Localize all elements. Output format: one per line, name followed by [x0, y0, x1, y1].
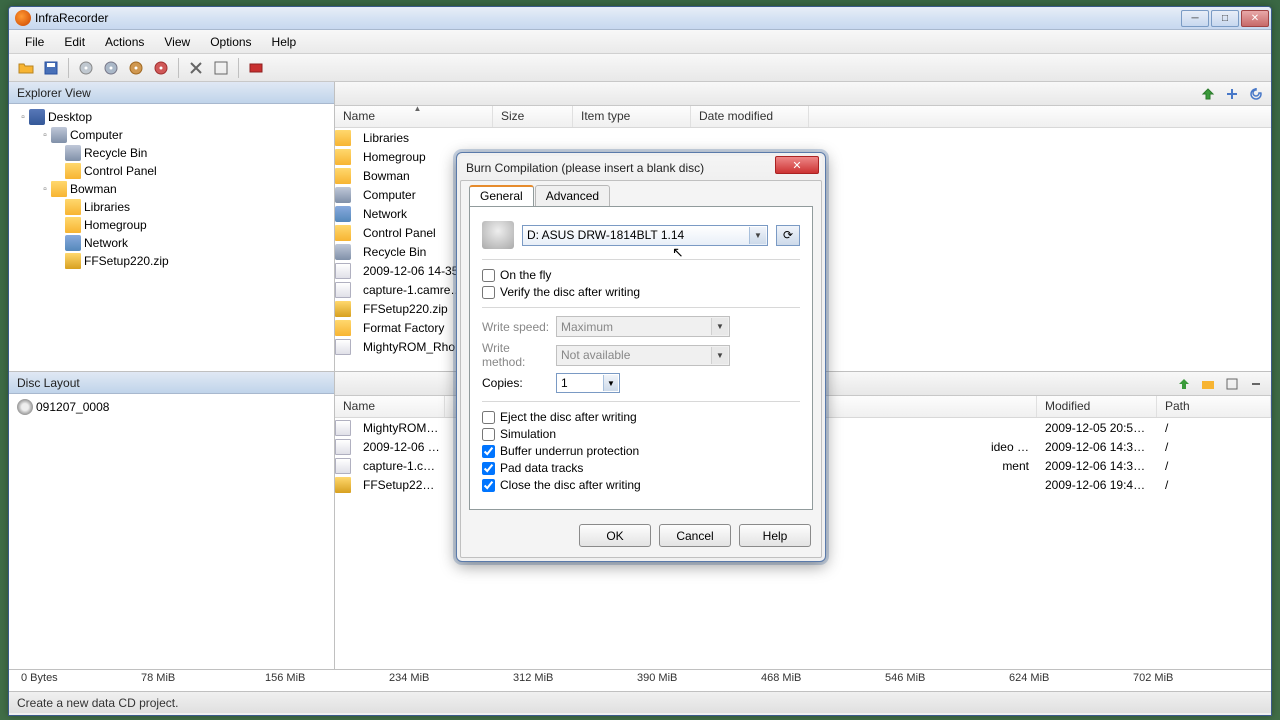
col-modified[interactable]: Modified [1037, 396, 1157, 417]
refresh-device-button[interactable]: ⟳ [776, 225, 800, 246]
menu-actions[interactable]: Actions [95, 32, 154, 52]
minimize-button[interactable]: ─ [1181, 10, 1209, 27]
disclayout-tree[interactable]: 091207_0008 [9, 394, 334, 669]
upper-panel-toolbar [335, 82, 1271, 106]
upper-list-header: Name▲ Size Item type Date modified [335, 106, 1271, 128]
col-size[interactable]: Size [493, 106, 573, 127]
disc-icon-1[interactable] [75, 57, 97, 79]
chevron-down-icon: ▼ [603, 375, 618, 391]
main-toolbar [9, 54, 1271, 82]
copies-row: Copies: 1▼ [482, 373, 800, 393]
explorer-header: Explorer View [9, 82, 334, 104]
writemethod-combo: Not available▼ [556, 345, 730, 366]
dialog-titlebar: Burn Compilation (please insert a blank … [460, 156, 822, 180]
tree-network[interactable]: Network [13, 234, 330, 252]
tree-libraries[interactable]: Libraries [13, 198, 330, 216]
status-text: Create a new data CD project. [17, 696, 178, 710]
explorer-tree[interactable]: ▫Desktop ▫Computer Recycle Bin Control P… [9, 104, 334, 371]
tree-desktop[interactable]: ▫Desktop [13, 108, 330, 126]
tab-advanced[interactable]: Advanced [535, 185, 610, 206]
col-path[interactable]: Path [1157, 396, 1271, 417]
tree-computer[interactable]: ▫Computer [13, 126, 330, 144]
size-ruler: 0 Bytes 78 MiB 156 MiB 234 MiB 312 MiB 3… [9, 669, 1271, 691]
menu-help[interactable]: Help [262, 32, 307, 52]
ok-button[interactable]: OK [579, 524, 651, 547]
writespeed-row: Write speed: Maximum▼ [482, 316, 800, 337]
remove-icon[interactable] [1245, 373, 1267, 395]
dialog-tabs: General Advanced [461, 181, 821, 206]
explorer-panel: Explorer View ▫Desktop ▫Computer Recycle… [9, 82, 335, 371]
tools-icon[interactable] [185, 57, 207, 79]
tree-ffsetup[interactable]: FFSetup220.zip [13, 252, 330, 270]
writespeed-combo: Maximum▼ [556, 316, 730, 337]
up-icon[interactable] [1173, 373, 1195, 395]
disc-icon-2[interactable] [100, 57, 122, 79]
chevron-down-icon: ▼ [749, 227, 766, 244]
record-icon[interactable] [245, 57, 267, 79]
app-icon [15, 10, 31, 26]
disclayout-panel: Disc Layout 091207_0008 [9, 372, 335, 669]
disc-icon-3[interactable] [125, 57, 147, 79]
col-datemodified[interactable]: Date modified [691, 106, 809, 127]
dialog-title-text: Burn Compilation (please insert a blank … [466, 161, 816, 175]
open-icon[interactable] [15, 57, 37, 79]
tab-general-body: D: ASUS DRW-1814BLT 1.14▼ ⟳ On the fly V… [469, 206, 813, 510]
col-itemtype[interactable]: Item type [573, 106, 691, 127]
tree-project[interactable]: 091207_0008 [13, 398, 330, 416]
verify-checkbox[interactable]: Verify the disc after writing [482, 285, 800, 299]
rename-icon[interactable] [1221, 373, 1243, 395]
save-icon[interactable] [40, 57, 62, 79]
simulation-checkbox[interactable]: Simulation [482, 427, 800, 441]
copies-combo[interactable]: 1▼ [556, 373, 620, 393]
refresh-icon[interactable] [1245, 83, 1267, 105]
tree-recyclebin[interactable]: Recycle Bin [13, 144, 330, 162]
cancel-button[interactable]: Cancel [659, 524, 731, 547]
menu-edit[interactable]: Edit [54, 32, 95, 52]
burn-dialog: Burn Compilation (please insert a blank … [456, 152, 826, 562]
disclayout-header: Disc Layout [9, 372, 334, 394]
tree-controlpanel[interactable]: Control Panel [13, 162, 330, 180]
disc-device-icon [482, 221, 514, 249]
maximize-button[interactable]: □ [1211, 10, 1239, 27]
menu-view[interactable]: View [154, 32, 200, 52]
tree-bowman[interactable]: ▫Bowman [13, 180, 330, 198]
tree-homegroup[interactable]: Homegroup [13, 216, 330, 234]
up-icon[interactable] [1197, 83, 1219, 105]
device-combo[interactable]: D: ASUS DRW-1814BLT 1.14▼ [522, 225, 768, 246]
statusbar: Create a new data CD project. [9, 691, 1271, 713]
add-icon[interactable] [1221, 83, 1243, 105]
col-name[interactable]: Name▲ [335, 106, 493, 127]
newfolder-icon[interactable] [1197, 373, 1219, 395]
buffer-checkbox[interactable]: Buffer underrun protection [482, 444, 800, 458]
titlebar: InfraRecorder ─ □ ✕ [9, 7, 1271, 30]
properties-icon[interactable] [210, 57, 232, 79]
close-button[interactable]: ✕ [1241, 10, 1269, 27]
window-title: InfraRecorder [35, 11, 1181, 25]
list-item[interactable]: Libraries [335, 128, 1271, 147]
disc-icon-4[interactable] [150, 57, 172, 79]
col-name[interactable]: Name [335, 396, 445, 417]
help-button[interactable]: Help [739, 524, 811, 547]
tab-general[interactable]: General [469, 185, 534, 206]
menu-options[interactable]: Options [200, 32, 261, 52]
onthefly-checkbox[interactable]: On the fly [482, 268, 800, 282]
closedisc-checkbox[interactable]: Close the disc after writing [482, 478, 800, 492]
pad-checkbox[interactable]: Pad data tracks [482, 461, 800, 475]
menu-file[interactable]: File [15, 32, 54, 52]
writemethod-row: Write method: Not available▼ [482, 341, 800, 369]
menubar: File Edit Actions View Options Help [9, 30, 1271, 54]
eject-checkbox[interactable]: Eject the disc after writing [482, 410, 800, 424]
dialog-close-button[interactable]: ✕ [775, 156, 819, 174]
